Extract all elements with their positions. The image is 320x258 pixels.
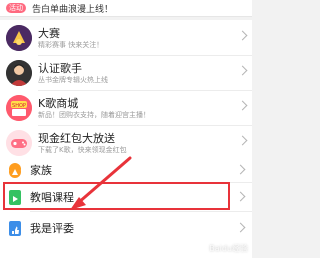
watermark: Baidu经验	[209, 244, 248, 253]
pointer-arrow	[70, 156, 132, 210]
